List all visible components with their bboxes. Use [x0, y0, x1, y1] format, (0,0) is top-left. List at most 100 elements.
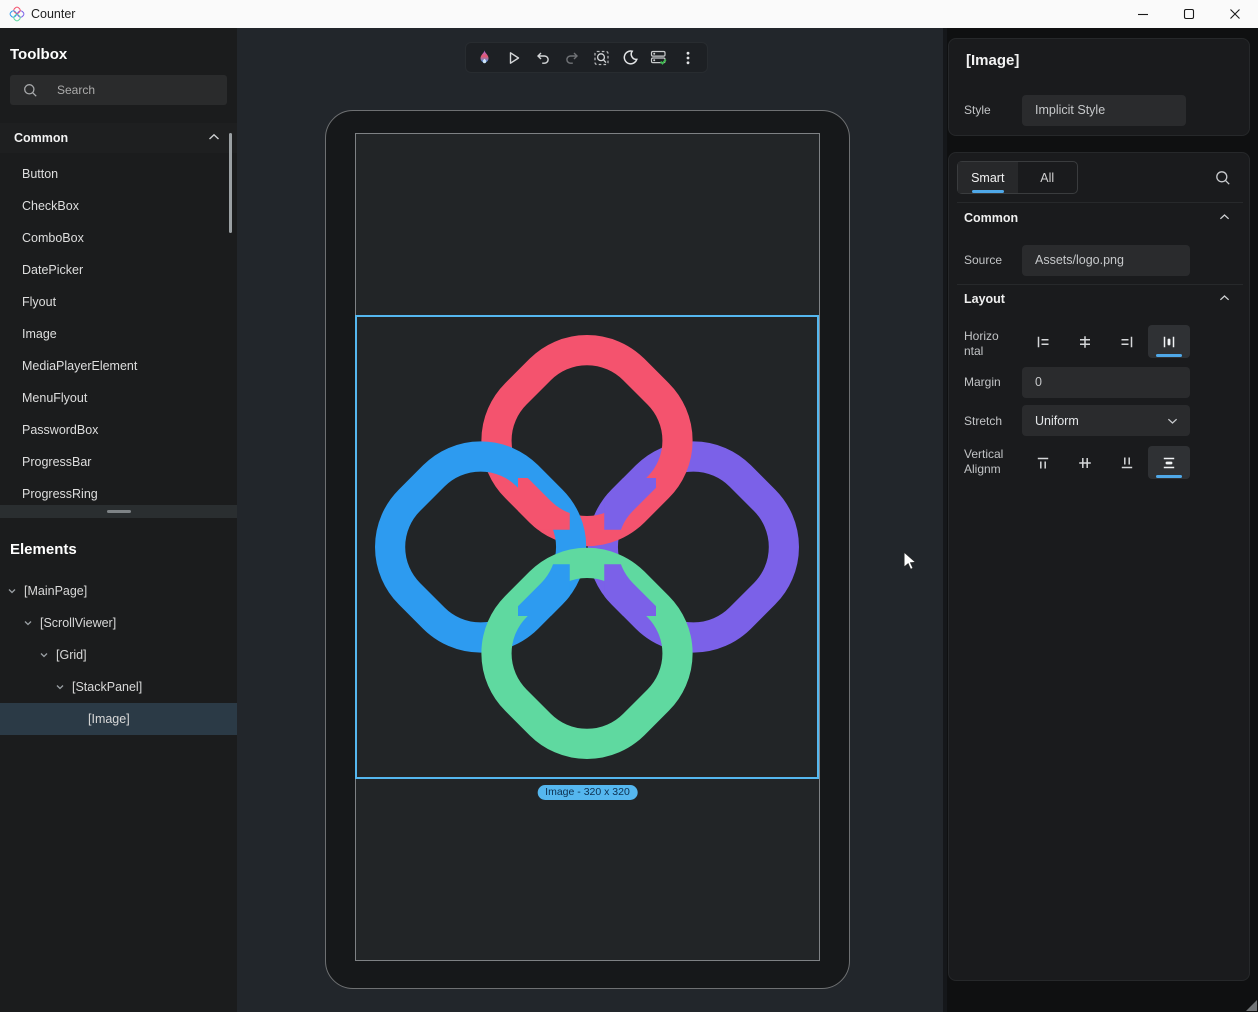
common-section-header: Common: [964, 211, 1018, 225]
chevron-down-icon[interactable]: [23, 618, 33, 628]
element-tree-item[interactable]: [Grid]: [0, 639, 237, 671]
validation-button[interactable]: [646, 45, 672, 71]
tab-all-label: All: [1040, 171, 1054, 185]
horizontal-alignment-label: Horizo ntal: [964, 329, 1016, 359]
style-input[interactable]: Implicit Style: [1022, 95, 1186, 126]
valign-center-button[interactable]: [1064, 446, 1106, 479]
selected-option-indicator: [1156, 475, 1182, 478]
toolbox-item-image[interactable]: Image: [0, 318, 237, 350]
align-center-icon: [1078, 335, 1092, 349]
toolbox-item-mediaplayerelement[interactable]: MediaPlayerElement: [0, 350, 237, 382]
element-tree-item[interactable]: [ScrollViewer]: [0, 607, 237, 639]
redo-icon: [564, 50, 580, 66]
redo-button[interactable]: [559, 45, 585, 71]
minimize-button[interactable]: [1120, 0, 1166, 28]
app-window: { "window": { "title": "Counter", "contr…: [0, 0, 1258, 1012]
properties-card: Smart All Common Source Assets/logo.png …: [948, 152, 1250, 981]
property-search-button[interactable]: [1213, 168, 1233, 188]
toolbox-item-progressring[interactable]: ProgressRing: [0, 478, 237, 508]
search-placeholder: Search: [57, 83, 95, 97]
zoom-to-selection-button[interactable]: [588, 45, 614, 71]
align-stretch-icon: [1162, 456, 1176, 470]
titlebar[interactable]: Counter: [0, 0, 1258, 28]
kebab-menu-icon: [680, 50, 696, 66]
play-button[interactable]: [501, 45, 527, 71]
device-frame: Image - 320 x 320: [325, 110, 850, 989]
section-divider: [957, 202, 1243, 203]
device-screen[interactable]: Image - 320 x 320: [355, 133, 820, 961]
halign-left-button[interactable]: [1022, 325, 1064, 358]
more-options-button[interactable]: [675, 45, 701, 71]
chevron-down-icon[interactable]: [55, 682, 65, 692]
toolbox-item-checkbox[interactable]: CheckBox: [0, 190, 237, 222]
tab-all[interactable]: All: [1018, 162, 1078, 193]
element-tree-label: [StackPanel]: [0, 671, 237, 703]
toolbox-item-button[interactable]: Button: [0, 158, 237, 190]
halign-center-button[interactable]: [1064, 325, 1106, 358]
element-tree-label: [Image]: [0, 703, 237, 735]
valign-top-button[interactable]: [1022, 446, 1064, 479]
selected-option-indicator: [1156, 354, 1182, 357]
undo-button[interactable]: [530, 45, 556, 71]
source-input[interactable]: Assets/logo.png: [1022, 245, 1190, 276]
toolbox-item-progressbar[interactable]: ProgressBar: [0, 446, 237, 478]
toolbox-title: Toolbox: [10, 46, 67, 63]
window-resize-grip[interactable]: [1246, 1000, 1257, 1011]
valign-bottom-button[interactable]: [1106, 446, 1148, 479]
chevron-down-icon[interactable]: [7, 586, 17, 596]
toolbox-item-passwordbox[interactable]: PasswordBox: [0, 414, 237, 446]
toolbox-item-menuflyout[interactable]: MenuFlyout: [0, 382, 237, 414]
toolbox-section-common[interactable]: Common: [0, 123, 237, 153]
toolbox-panel: Toolbox Search Common ButtonCheckBoxComb…: [0, 28, 237, 1012]
margin-input[interactable]: 0: [1022, 367, 1190, 398]
chevron-down-icon: [1167, 417, 1178, 425]
chevron-down-icon[interactable]: [39, 650, 49, 660]
stretch-select[interactable]: Uniform: [1022, 405, 1190, 436]
search-icon: [23, 83, 38, 98]
align-center-icon: [1078, 456, 1092, 470]
chevron-up-icon[interactable]: [1219, 294, 1230, 302]
halign-right-button[interactable]: [1106, 325, 1148, 358]
element-tree-label: [Grid]: [0, 639, 237, 671]
align-left-icon: [1036, 335, 1050, 349]
design-toolbar: [465, 42, 708, 73]
property-tabs: Smart All: [957, 161, 1078, 194]
valign-stretch-button[interactable]: [1148, 446, 1190, 479]
margin-label: Margin: [964, 375, 1016, 390]
chevron-up-icon[interactable]: [208, 133, 220, 141]
toolbox-search-input[interactable]: Search: [10, 75, 227, 105]
element-tree-item[interactable]: [MainPage]: [0, 575, 237, 607]
selection-outline[interactable]: [355, 315, 819, 779]
maximize-button[interactable]: [1166, 0, 1212, 28]
tab-smart[interactable]: Smart: [958, 162, 1018, 193]
toolbox-item-combobox[interactable]: ComboBox: [0, 222, 237, 254]
design-canvas[interactable]: Image - 320 x 320: [237, 28, 947, 1012]
element-tree-item[interactable]: [StackPanel]: [0, 671, 237, 703]
selected-element-title: [Image]: [966, 52, 1019, 69]
halign-stretch-button[interactable]: [1148, 325, 1190, 358]
properties-panel: [Image] Style Implicit Style Smart All C…: [947, 28, 1258, 1012]
maximize-icon: [1183, 8, 1195, 20]
element-tree-label: [ScrollViewer]: [0, 607, 237, 639]
validation-checklist-icon: [650, 49, 668, 66]
theme-toggle-button[interactable]: [617, 45, 643, 71]
toolbox-item-datepicker[interactable]: DatePicker: [0, 254, 237, 286]
align-bottom-icon: [1120, 456, 1134, 470]
element-tree-item[interactable]: [Image]: [0, 703, 237, 735]
vertical-alignment-label: Vertical Alignm: [964, 447, 1016, 477]
hot-design-flame-button[interactable]: [472, 45, 498, 71]
panel-splitter[interactable]: [0, 505, 237, 518]
source-label: Source: [964, 253, 1016, 268]
vertical-alignment-group: [1022, 446, 1190, 479]
mouse-cursor: [903, 551, 917, 572]
toolbox-item-flyout[interactable]: Flyout: [0, 286, 237, 318]
active-tab-indicator: [972, 190, 1004, 193]
align-stretch-icon: [1162, 335, 1176, 349]
toolbox-scrollbar[interactable]: [229, 133, 232, 233]
chevron-up-icon[interactable]: [1219, 213, 1230, 221]
close-button[interactable]: [1212, 0, 1258, 28]
tab-smart-label: Smart: [971, 171, 1004, 185]
stretch-label: Stretch: [964, 414, 1016, 429]
splitter-grip: [107, 510, 131, 513]
moon-icon: [622, 49, 639, 66]
